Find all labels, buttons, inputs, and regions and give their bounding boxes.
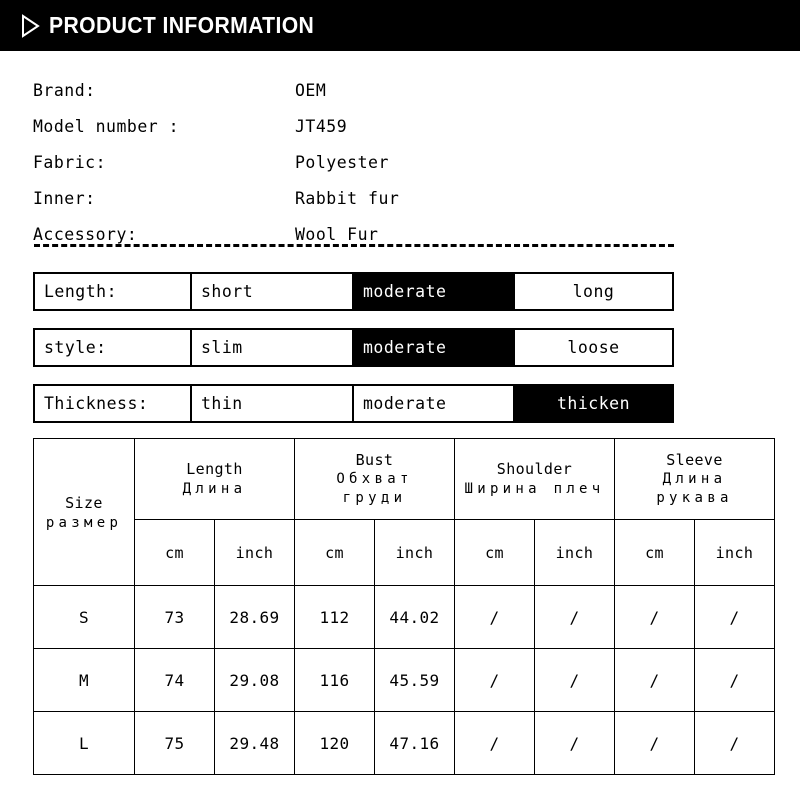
header-group-bust-en: Bust (355, 450, 394, 469)
spec-label-model-number: Model number : (33, 116, 180, 136)
cell-shoulder-inch: / (534, 585, 615, 649)
option-row-style: style: slim moderate loose (33, 328, 674, 367)
table-row: S 73 28.69 112 44.02 / / / / (33, 585, 775, 649)
spec-row: Brand: OEM (33, 72, 693, 108)
spec-row: Fabric: Polyester (33, 144, 693, 180)
cell-sleeve-inch: / (694, 711, 775, 775)
header-group-size-en: Size (65, 494, 103, 513)
option-label-thickness: Thickness: (35, 386, 192, 421)
dashed-divider (34, 244, 674, 247)
spec-row: Model number : JT459 (33, 108, 693, 144)
header-group-sleeve-ru: Длина рукава (656, 471, 733, 507)
cell-shoulder-inch: / (534, 648, 615, 712)
option-row-thickness: Thickness: thin moderate thicken (33, 384, 674, 423)
cell-bust-inch: 44.02 (374, 585, 455, 649)
option-length-moderate[interactable]: moderate (354, 274, 515, 309)
header-unit-bust-inch: inch (374, 519, 455, 586)
spec-label-fabric: Fabric: (33, 152, 107, 172)
cell-shoulder-cm: / (454, 648, 535, 712)
table-row: M 74 29.08 116 45.59 / / / / (33, 648, 775, 712)
spec-value-inner: Rabbit fur (295, 188, 400, 208)
spec-row: Inner: Rabbit fur (33, 180, 693, 216)
cell-size: S (33, 585, 135, 649)
header-group-length-ru: Длина (182, 480, 247, 497)
option-thickness-thin[interactable]: thin (192, 386, 354, 421)
cell-shoulder-cm: / (454, 585, 535, 649)
cell-bust-cm: 120 (294, 711, 375, 775)
table-header-group-row: Size размер Length Длина Bust Обхват гру… (33, 438, 775, 586)
cell-size: L (33, 711, 135, 775)
option-thickness-thicken[interactable]: thicken (515, 386, 672, 421)
option-thickness-moderate[interactable]: moderate (354, 386, 515, 421)
header-unit-length-cm: cm (134, 519, 215, 586)
option-style-loose[interactable]: loose (515, 330, 672, 365)
play-triangle-outline-icon (22, 13, 40, 38)
header-unit-sleeve-cm: cm (614, 519, 695, 586)
header-unit-length-inch: inch (214, 519, 295, 586)
option-length-long[interactable]: long (515, 274, 672, 309)
option-style-slim[interactable]: slim (192, 330, 354, 365)
cell-size: M (33, 648, 135, 712)
header-group-shoulder-en: Shoulder (496, 460, 573, 479)
cell-length-cm: 74 (134, 648, 215, 712)
header-group-bust: Bust Обхват груди (294, 438, 455, 520)
page-title: PRODUCT INFORMATION (49, 12, 315, 38)
size-chart-table: Size размер Length Длина Bust Обхват гру… (33, 438, 775, 775)
header-unit-bust-cm: cm (294, 519, 375, 586)
spec-label-inner: Inner: (33, 188, 96, 208)
spec-label-accessory: Accessory: (33, 224, 138, 244)
table-row: L 75 29.48 120 47.16 / / / / (33, 711, 775, 775)
cell-bust-cm: 112 (294, 585, 375, 649)
header-group-sleeve-en: Sleeve (666, 450, 723, 469)
product-information-header: PRODUCT INFORMATION (0, 0, 800, 51)
header-unit-shoulder-cm: cm (454, 519, 535, 586)
cell-shoulder-inch: / (534, 711, 615, 775)
cell-shoulder-cm: / (454, 711, 535, 775)
header-group-size-ru: размер (45, 514, 123, 531)
cell-length-inch: 29.08 (214, 648, 295, 712)
option-label-length: Length: (35, 274, 192, 309)
option-length-short[interactable]: short (192, 274, 354, 309)
header-group-shoulder: Shoulder Ширина плеч (454, 438, 615, 520)
spec-label-brand: Brand: (33, 80, 96, 100)
cell-sleeve-cm: / (614, 711, 695, 775)
cell-bust-inch: 47.16 (374, 711, 455, 775)
header-group-size: Size размер (33, 438, 135, 586)
header-group-bust-ru: Обхват груди (336, 471, 413, 507)
cell-sleeve-cm: / (614, 648, 695, 712)
cell-length-cm: 75 (134, 711, 215, 775)
header-unit-sleeve-inch: inch (694, 519, 775, 586)
spec-value-model-number: JT459 (295, 116, 348, 136)
header-group-sleeve: Sleeve Длина рукава (614, 438, 775, 520)
cell-length-inch: 28.69 (214, 585, 295, 649)
cell-length-inch: 29.48 (214, 711, 295, 775)
product-spec-list: Brand: OEM Model number : JT459 Fabric: … (33, 72, 693, 252)
cell-sleeve-inch: / (694, 585, 775, 649)
header-group-length-en: Length (186, 460, 243, 479)
header-group-length: Length Длина (134, 438, 295, 520)
cell-bust-cm: 116 (294, 648, 375, 712)
header-unit-shoulder-inch: inch (534, 519, 615, 586)
cell-sleeve-inch: / (694, 648, 775, 712)
option-style-moderate[interactable]: moderate (354, 330, 515, 365)
spec-value-accessory: Wool Fur (295, 224, 379, 244)
option-row-length: Length: short moderate long (33, 272, 674, 311)
attribute-option-rows: Length: short moderate long style: slim … (33, 272, 674, 440)
table-header-unit-row: cm inch cm inch cm inch cm inch (34, 519, 775, 586)
cell-sleeve-cm: / (614, 585, 695, 649)
spec-value-fabric: Polyester (295, 152, 389, 172)
header-group-shoulder-ru: Ширина плеч (464, 480, 605, 497)
cell-bust-inch: 45.59 (374, 648, 455, 712)
option-label-style: style: (35, 330, 192, 365)
spec-value-brand: OEM (295, 80, 327, 100)
cell-length-cm: 73 (134, 585, 215, 649)
